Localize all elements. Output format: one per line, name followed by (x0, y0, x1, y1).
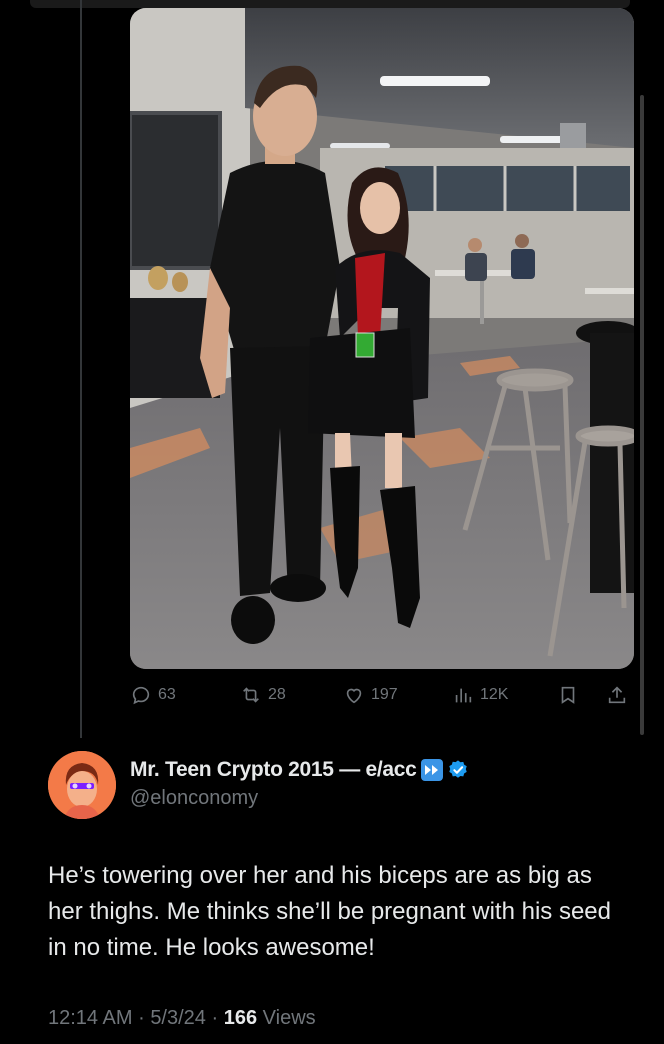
tweet-action-bar: 63 28 197 12K (130, 680, 634, 710)
bookmark-button[interactable] (557, 680, 579, 710)
retweet-count: 28 (268, 686, 286, 703)
reply-author[interactable]: Mr. Teen Crypto 2015 — e/acc (130, 758, 469, 782)
user-handle[interactable]: @elonconomy (130, 787, 258, 810)
meta-separator: · (138, 1007, 145, 1029)
share-icon (608, 686, 626, 704)
scrollbar[interactable] (640, 95, 644, 735)
avatar[interactable] (48, 751, 116, 819)
like-button[interactable]: 197 (343, 680, 398, 710)
views-label: Views (262, 1007, 316, 1029)
reply-metadata: 12:14 AM · 5/3/24 · 166 Views (48, 1007, 316, 1030)
tweet-photo[interactable] (130, 8, 634, 669)
fast-forward-icon (420, 759, 443, 781)
post-time[interactable]: 12:14 AM (48, 1007, 133, 1029)
reply-text: He’s towering over her and his biceps ar… (48, 862, 611, 961)
post-date[interactable]: 5/3/24 (150, 1007, 206, 1029)
views-button[interactable]: 12K (452, 680, 508, 710)
reply-count: 63 (158, 686, 176, 703)
reply-button[interactable]: 63 (130, 680, 176, 710)
like-count: 197 (371, 686, 398, 703)
display-name[interactable]: Mr. Teen Crypto 2015 — e/acc (130, 758, 417, 782)
like-icon (346, 688, 362, 704)
bookmark-icon (561, 686, 575, 704)
verified-badge-icon[interactable] (447, 759, 469, 781)
retweet-icon (243, 687, 259, 703)
thread-connector-line (80, 0, 82, 738)
views-icon (455, 688, 472, 703)
meta-separator: · (211, 1007, 219, 1029)
retweet-button[interactable]: 28 (240, 680, 286, 710)
reply-icon (132, 686, 150, 705)
views-count: 12K (480, 686, 509, 703)
views-number: 166 (223, 1007, 258, 1029)
share-button[interactable] (606, 680, 628, 710)
previous-tweet-edge (30, 0, 630, 8)
